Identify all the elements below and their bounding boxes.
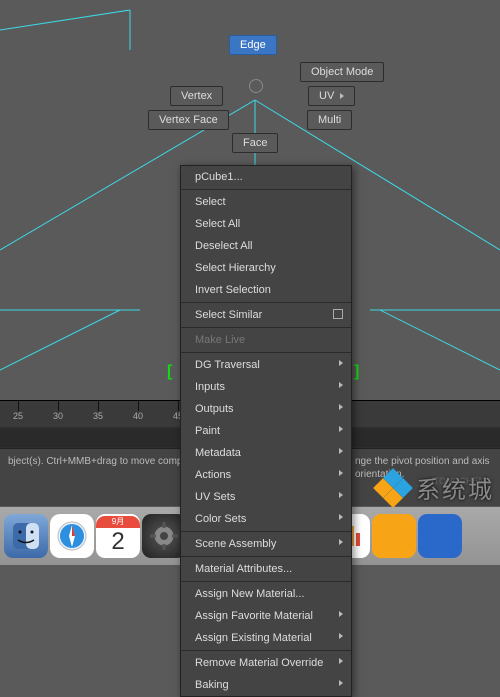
range-bracket-left: [ — [167, 363, 172, 381]
ctx-deselect-all[interactable]: Deselect All — [181, 235, 351, 257]
ctx-select[interactable]: Select — [181, 191, 351, 213]
ctx-actions[interactable]: Actions — [181, 464, 351, 486]
ctx-invert-selection[interactable]: Invert Selection — [181, 279, 351, 301]
ctx-remove-material-override[interactable]: Remove Material Override — [181, 652, 351, 674]
status-text-left: bject(s). Ctrl+MMB+drag to move componen… — [8, 456, 208, 467]
mm-edge[interactable]: Edge — [229, 35, 277, 55]
dock-safari-icon[interactable] — [50, 514, 94, 558]
watermark-text: 系统城 — [416, 470, 494, 505]
ctx-baking[interactable]: Baking — [181, 674, 351, 696]
ctx-scene-assembly[interactable]: Scene Assembly — [181, 533, 351, 555]
mm-object-mode[interactable]: Object Mode — [300, 62, 384, 82]
calendar-month: 9月 — [96, 516, 140, 528]
mm-vertex[interactable]: Vertex — [170, 86, 223, 106]
dock-app-icon[interactable] — [372, 514, 416, 558]
ctx-paint[interactable]: Paint — [181, 420, 351, 442]
dock-app-icon[interactable] — [418, 514, 462, 558]
timeline-tick: 35 — [93, 411, 103, 421]
ctx-select-hierarchy[interactable]: Select Hierarchy — [181, 257, 351, 279]
ctx-material-attributes[interactable]: Material Attributes... — [181, 558, 351, 580]
ctx-separator — [181, 581, 351, 582]
ctx-separator — [181, 531, 351, 532]
ctx-inputs[interactable]: Inputs — [181, 376, 351, 398]
ctx-color-sets[interactable]: Color Sets — [181, 508, 351, 530]
timeline-tick: 40 — [133, 411, 143, 421]
ctx-assign-existing-material[interactable]: Assign Existing Material — [181, 627, 351, 649]
ctx-separator — [181, 650, 351, 651]
context-menu: pCube1... Select Select All Deselect All… — [180, 165, 352, 697]
ctx-assign-new-material[interactable]: Assign New Material... — [181, 583, 351, 605]
marking-menu-center — [249, 79, 263, 93]
ctx-title[interactable]: pCube1... — [181, 166, 351, 188]
ctx-assign-favorite-material[interactable]: Assign Favorite Material — [181, 605, 351, 627]
ctx-make-live: Make Live — [181, 329, 351, 351]
mm-face[interactable]: Face — [232, 133, 278, 153]
timeline-tick: 30 — [53, 411, 63, 421]
watermark-logo: 系统城 — [376, 470, 494, 505]
dock-calendar-icon[interactable]: 9月 2 — [96, 514, 140, 558]
ctx-separator — [181, 302, 351, 303]
ctx-select-similar[interactable]: Select Similar — [181, 304, 351, 326]
mm-multi[interactable]: Multi — [307, 110, 352, 130]
ctx-metadata[interactable]: Metadata — [181, 442, 351, 464]
timeline-tick: 25 — [13, 411, 23, 421]
ctx-separator — [181, 556, 351, 557]
ctx-uv-sets[interactable]: UV Sets — [181, 486, 351, 508]
mm-vertex-face[interactable]: Vertex Face — [148, 110, 229, 130]
range-bracket-right: ] — [354, 363, 359, 381]
ctx-separator — [181, 189, 351, 190]
mm-uv[interactable]: UV — [308, 86, 355, 106]
dock-finder-icon[interactable] — [4, 514, 48, 558]
calendar-day: 2 — [111, 528, 124, 556]
ctx-separator — [181, 327, 351, 328]
ctx-separator — [181, 352, 351, 353]
ctx-select-all[interactable]: Select All — [181, 213, 351, 235]
ctx-dg-traversal[interactable]: DG Traversal — [181, 354, 351, 376]
ctx-outputs[interactable]: Outputs — [181, 398, 351, 420]
